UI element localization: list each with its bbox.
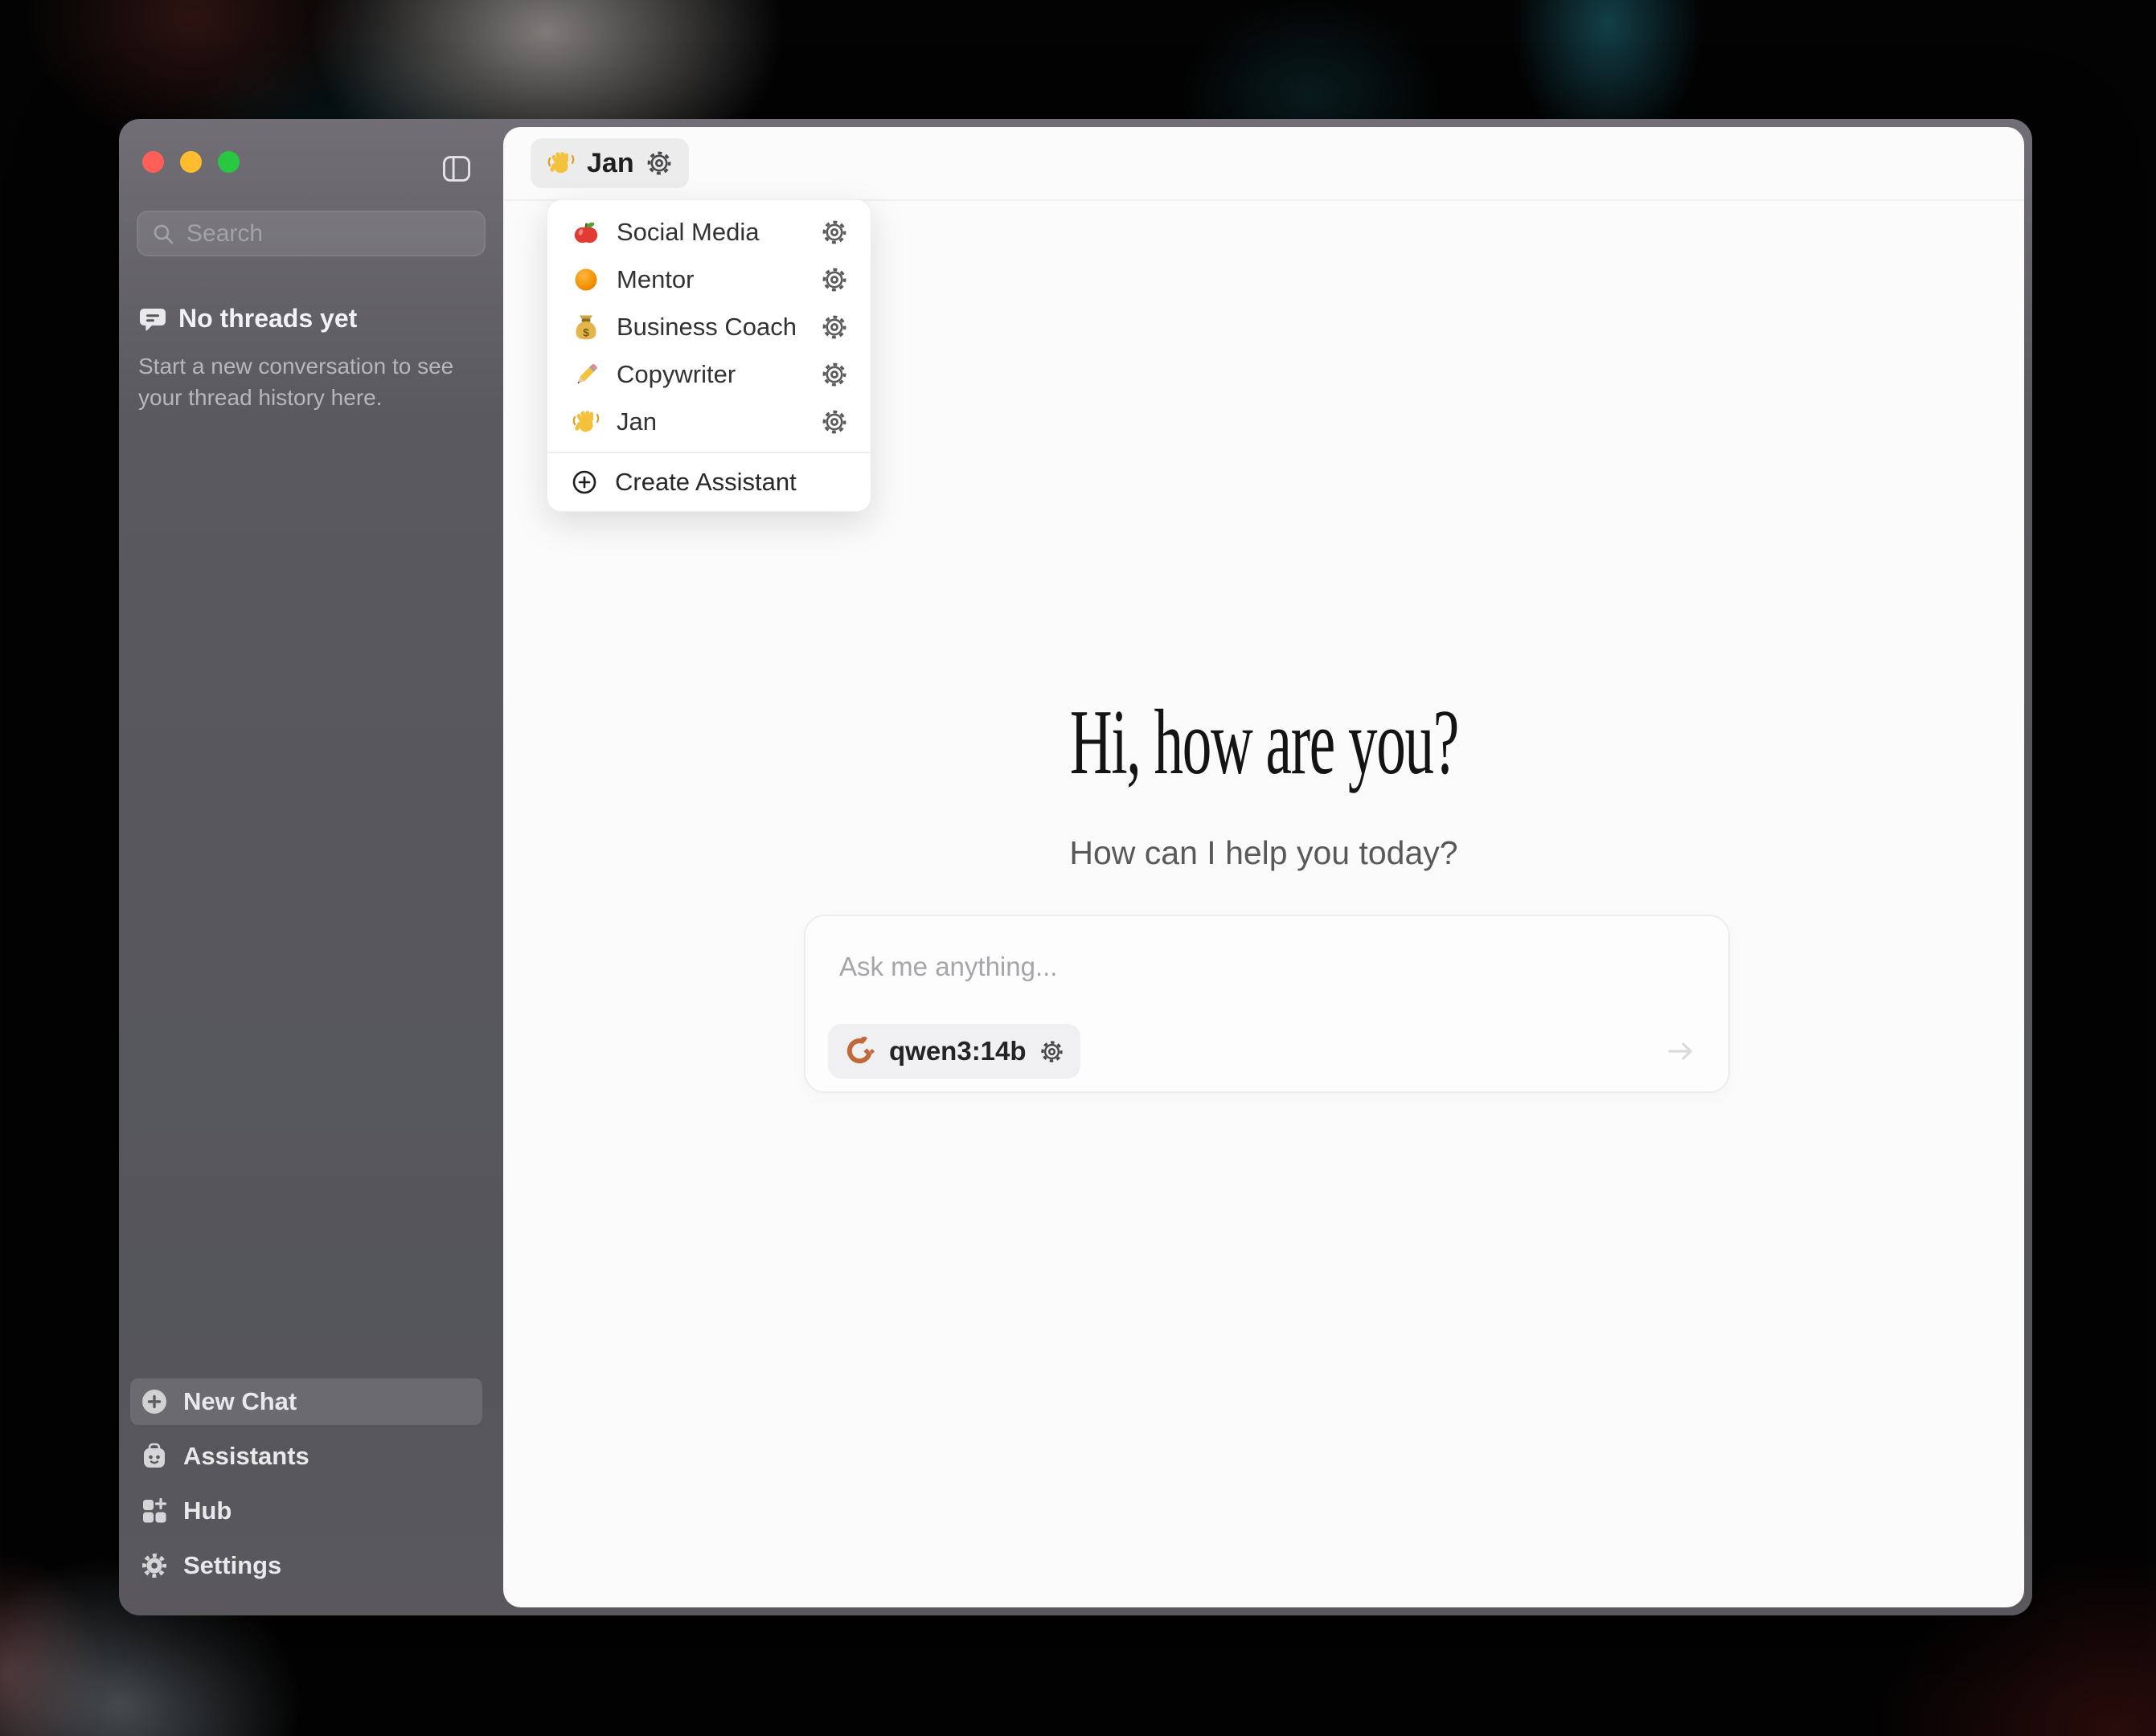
main-header bbox=[503, 127, 2024, 201]
chat-composer[interactable]: Ask me anything... qwen3:14b bbox=[804, 915, 1730, 1093]
hub-icon bbox=[140, 1496, 169, 1525]
assistant-selector-label: Jan bbox=[587, 148, 634, 179]
money-bag-emoji: $ bbox=[572, 313, 600, 342]
composer-placeholder: Ask me anything... bbox=[839, 952, 1057, 982]
gear-icon[interactable] bbox=[646, 149, 673, 177]
empty-state-title: No threads yet bbox=[178, 304, 357, 334]
sidebar-item-label: Hub bbox=[183, 1496, 232, 1525]
app-window: Search No threads yet Start a new conver… bbox=[119, 119, 2032, 1615]
menu-item-label: Jan bbox=[617, 407, 657, 436]
svg-text:$: $ bbox=[583, 326, 589, 338]
menu-item-label: Mentor bbox=[617, 265, 694, 294]
gear-icon[interactable] bbox=[1039, 1039, 1064, 1064]
sidebar-item-label: Settings bbox=[183, 1551, 281, 1580]
empty-state-description: Start a new conversation to see your thr… bbox=[138, 351, 484, 413]
greeting-title: Hi, how are you? bbox=[503, 690, 2024, 796]
model-selector-label: qwen3:14b bbox=[889, 1036, 1027, 1067]
gear-icon[interactable] bbox=[821, 408, 848, 436]
greeting-subtitle: How can I help you today? bbox=[503, 834, 2024, 872]
search-placeholder: Search bbox=[186, 220, 263, 248]
waving-hand-emoji bbox=[572, 407, 600, 436]
sidebar-item-settings[interactable]: Settings bbox=[130, 1542, 482, 1589]
menu-item-label: Social Media bbox=[617, 218, 759, 247]
gear-icon[interactable] bbox=[821, 266, 848, 293]
gear-icon[interactable] bbox=[821, 313, 848, 341]
plus-circle-outline-icon bbox=[572, 469, 597, 495]
menu-item-jan[interactable]: Jan bbox=[547, 398, 871, 445]
zoom-button[interactable] bbox=[218, 151, 240, 173]
apple-emoji bbox=[572, 218, 600, 247]
create-assistant-label: Create Assistant bbox=[615, 468, 797, 497]
menu-item-social-media[interactable]: Social Media bbox=[547, 208, 871, 256]
settings-gear-icon bbox=[140, 1551, 169, 1580]
search-icon bbox=[151, 222, 175, 246]
menu-item-label: Business Coach bbox=[617, 313, 797, 342]
model-selector-button[interactable]: qwen3:14b bbox=[828, 1024, 1080, 1079]
gear-icon[interactable] bbox=[821, 361, 848, 388]
sidebar-item-label: Assistants bbox=[183, 1442, 309, 1471]
plus-circle-icon bbox=[140, 1387, 169, 1416]
menu-item-business-coach[interactable]: $ Business Coach bbox=[547, 303, 871, 350]
menu-item-mentor[interactable]: Mentor bbox=[547, 256, 871, 303]
pencil-emoji bbox=[572, 360, 600, 389]
send-arrow-icon[interactable] bbox=[1664, 1035, 1696, 1067]
gear-icon[interactable] bbox=[821, 219, 848, 246]
main-panel: Jan Social Media bbox=[503, 127, 2024, 1607]
assistant-selector-button[interactable]: Jan bbox=[531, 138, 689, 188]
assistant-icon bbox=[140, 1442, 169, 1471]
sidebar-item-new-chat[interactable]: New Chat bbox=[130, 1378, 482, 1425]
close-button[interactable] bbox=[142, 151, 164, 173]
menu-item-copywriter[interactable]: Copywriter bbox=[547, 350, 871, 398]
sidebar-item-hub[interactable]: Hub bbox=[130, 1488, 482, 1534]
thread-bubble-icon bbox=[138, 305, 167, 334]
waving-hand-emoji bbox=[547, 149, 576, 178]
create-assistant-button[interactable]: Create Assistant bbox=[547, 453, 871, 511]
sidebar-item-label: New Chat bbox=[183, 1387, 297, 1416]
orange-circle-emoji bbox=[572, 265, 600, 294]
sidebar-nav: New Chat Assistants Hub bbox=[130, 1378, 482, 1597]
threads-empty-state: No threads yet Start a new conversation … bbox=[138, 304, 484, 413]
llama-cpp-icon bbox=[844, 1035, 876, 1067]
menu-item-label: Copywriter bbox=[617, 360, 736, 389]
minimize-button[interactable] bbox=[180, 151, 202, 173]
traffic-lights bbox=[142, 151, 240, 173]
sidebar-item-assistants[interactable]: Assistants bbox=[130, 1433, 482, 1480]
sidebar-toggle-icon[interactable] bbox=[441, 153, 473, 185]
assistant-dropdown-menu: Social Media Mentor $ bbox=[547, 199, 871, 512]
search-input[interactable]: Search bbox=[137, 211, 486, 256]
